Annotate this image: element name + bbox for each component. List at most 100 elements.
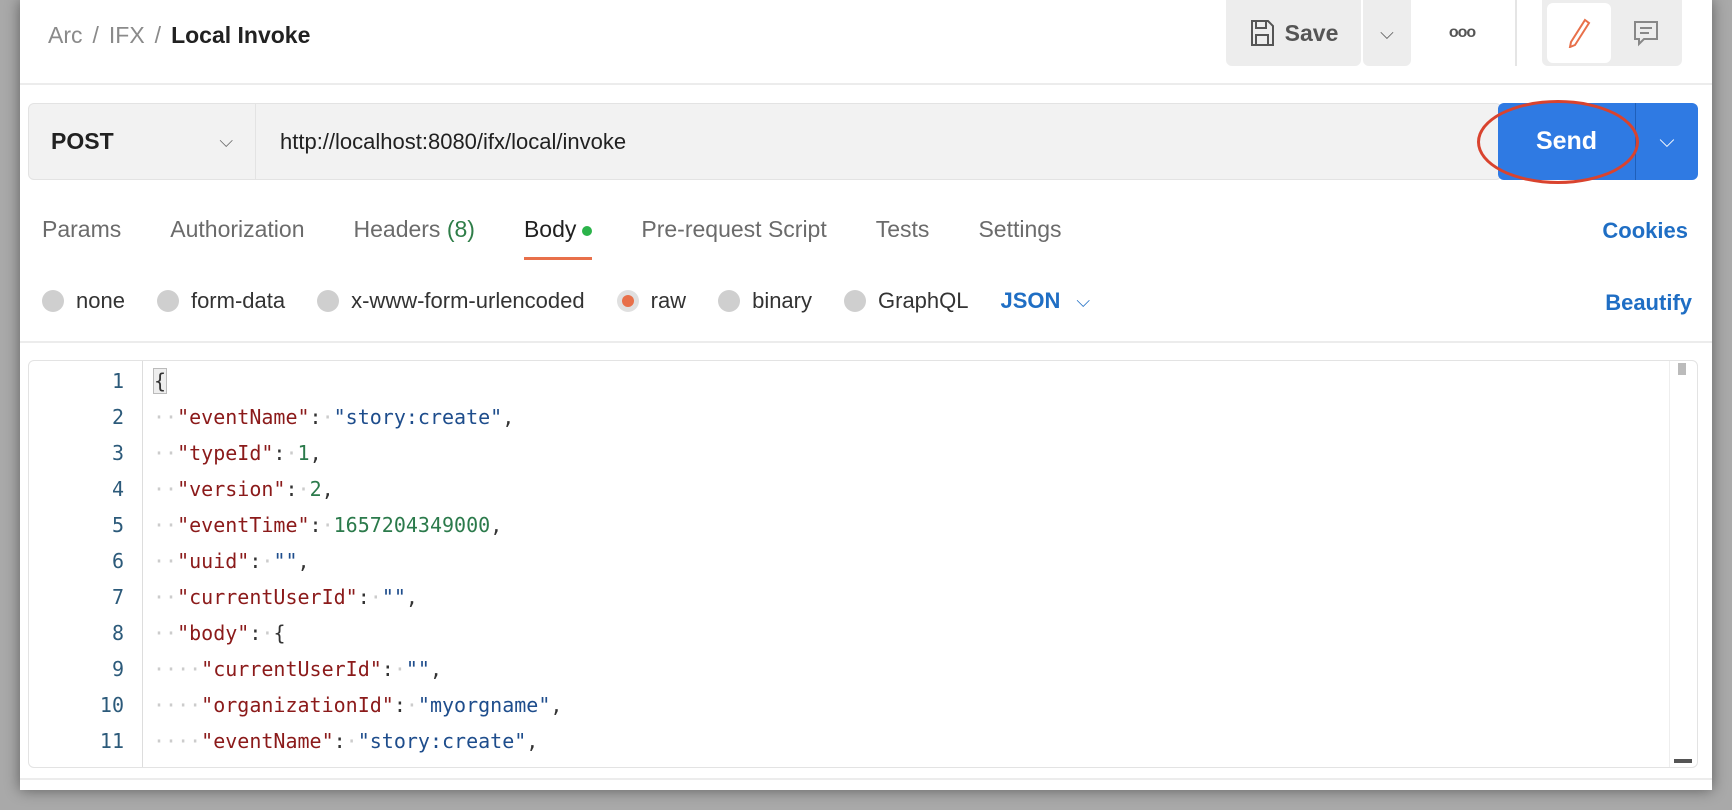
code-token: , (297, 549, 310, 573)
line-number: 3 (111, 441, 124, 465)
divider (20, 778, 1712, 780)
tab-label: Authorization (170, 216, 305, 242)
send-label: Send (1535, 127, 1598, 155)
save-button[interactable]: Save (1226, 0, 1361, 66)
tab-params[interactable]: Params (42, 216, 121, 260)
comments-button[interactable] (1611, 19, 1681, 47)
radio-icon (718, 290, 741, 312)
code-token: · (393, 657, 406, 681)
radio-none[interactable]: none (42, 288, 125, 314)
breadcrumb-separator: / (92, 22, 99, 48)
radio-graphql[interactable]: GraphQL (844, 288, 969, 314)
code-token: ·· (153, 477, 178, 501)
code-line: ··"uuid":·"", (153, 543, 310, 579)
radio-form-data[interactable]: form-data (156, 288, 285, 314)
url-value: http://localhost:8080/ifx/local/invoke (280, 128, 627, 154)
code-token: ·· (153, 621, 178, 645)
line-number: 6 (111, 549, 124, 573)
radio-icon (317, 290, 340, 312)
radio-binary[interactable]: binary (718, 288, 812, 314)
radio-icon (156, 290, 179, 312)
line-number: 4 (111, 477, 124, 501)
tab-headers[interactable]: Headers (8) (354, 216, 475, 260)
method-select[interactable]: POST ⌵ (28, 103, 256, 180)
code-token: "organizationId" (201, 693, 394, 717)
mode-toggle (1542, 0, 1682, 66)
chevron-down-icon: ⌵ (1380, 22, 1394, 43)
code-token: "currentUserId" (177, 585, 358, 609)
line-number-gutter: 1 2 3 4 5 6 7 8 9 10 11 (29, 361, 143, 767)
code-token: ·· (153, 513, 178, 537)
code-token: { (153, 368, 168, 394)
code-token: { (273, 621, 286, 645)
send-button[interactable]: Send (1498, 103, 1636, 180)
code-token: · (345, 729, 358, 753)
radio-x-www-form-urlencoded[interactable]: x-www-form-urlencoded (317, 288, 585, 314)
code-token: : (285, 477, 298, 501)
code-token: · (321, 513, 334, 537)
code-token: "eventTime" (177, 513, 310, 537)
code-token: : (381, 657, 394, 681)
code-line: ··"eventTime":·1657204349000, (153, 507, 502, 543)
code-token: "currentUserId" (201, 657, 382, 681)
tab-pre-request-script[interactable]: Pre-request Script (641, 216, 826, 260)
url-input[interactable]: http://localhost:8080/ifx/local/invoke (256, 103, 1502, 180)
code-token: "uuid" (177, 549, 250, 573)
chevron-down-icon: ⌵ (1659, 130, 1675, 152)
line-number: 5 (111, 513, 124, 537)
code-token: , (321, 477, 334, 501)
code-token: ·· (153, 405, 178, 429)
code-token: 1657204349000 (333, 513, 491, 537)
code-token: "" (405, 657, 430, 681)
format-select[interactable]: JSON ⌵ (1001, 288, 1091, 314)
line-number: 2 (111, 405, 124, 429)
chevron-down-icon: ⌵ (219, 131, 233, 151)
tab-tests[interactable]: Tests (876, 216, 930, 260)
cookies-link[interactable]: Cookies (1602, 218, 1688, 244)
tab-body[interactable]: Body (523, 216, 593, 260)
radio-label: x-www-form-urlencoded (351, 288, 585, 313)
breadcrumb-ifx[interactable]: IFX (109, 22, 145, 48)
tab-label: Headers (353, 216, 441, 242)
code-token: , (502, 405, 515, 429)
code-token: "" (273, 549, 298, 573)
more-icon: ooo (1448, 24, 1476, 41)
code-token: "typeId" (177, 441, 274, 465)
code-token: : (393, 693, 406, 717)
breadcrumb-arc[interactable]: Arc (48, 22, 83, 48)
tab-label: Pre-request Script (641, 216, 827, 242)
code-token: · (405, 693, 418, 717)
code-token: ·· (153, 585, 178, 609)
code-token: : (309, 405, 322, 429)
tab-label: Params (42, 216, 122, 242)
more-button[interactable]: ooo (1432, 0, 1492, 66)
line-number: 7 (111, 585, 124, 609)
code-token: 2 (309, 477, 322, 501)
body-editor[interactable]: 1 2 3 4 5 6 7 8 9 10 11 {··"eventName":·"story:cre… (28, 360, 1698, 768)
tab-settings[interactable]: Settings (978, 216, 1061, 260)
code-token: : (249, 549, 262, 573)
code-token: ···· (153, 657, 202, 681)
radio-icon (844, 290, 866, 312)
line-number: 1 (111, 369, 124, 393)
breadcrumb-current: Local Invoke (171, 22, 311, 48)
beautify-link[interactable]: Beautify (1605, 290, 1692, 316)
tab-authorization[interactable]: Authorization (170, 216, 304, 260)
scrollbar[interactable] (1669, 361, 1697, 767)
code-token: ···· (153, 729, 202, 753)
radio-raw[interactable]: raw (616, 288, 686, 314)
code-line: { (153, 363, 168, 399)
code-token: , (405, 585, 418, 609)
save-dropdown-button[interactable]: ⌵ (1363, 0, 1411, 66)
body-type-options: none form-data x-www-form-urlencoded raw… (42, 288, 1122, 314)
code-token: , (429, 657, 443, 681)
code-line: ··"typeId":·1, (153, 435, 322, 471)
divider (20, 83, 1712, 85)
edit-mode-button[interactable] (1547, 3, 1611, 63)
code-line: ····"eventName":·"story:create", (153, 723, 538, 759)
send-dropdown-button[interactable]: ⌵ (1636, 103, 1698, 180)
line-number: 8 (111, 621, 124, 645)
line-number: 9 (111, 657, 124, 681)
tab-label: Tests (875, 216, 930, 242)
save-icon (1250, 20, 1274, 46)
